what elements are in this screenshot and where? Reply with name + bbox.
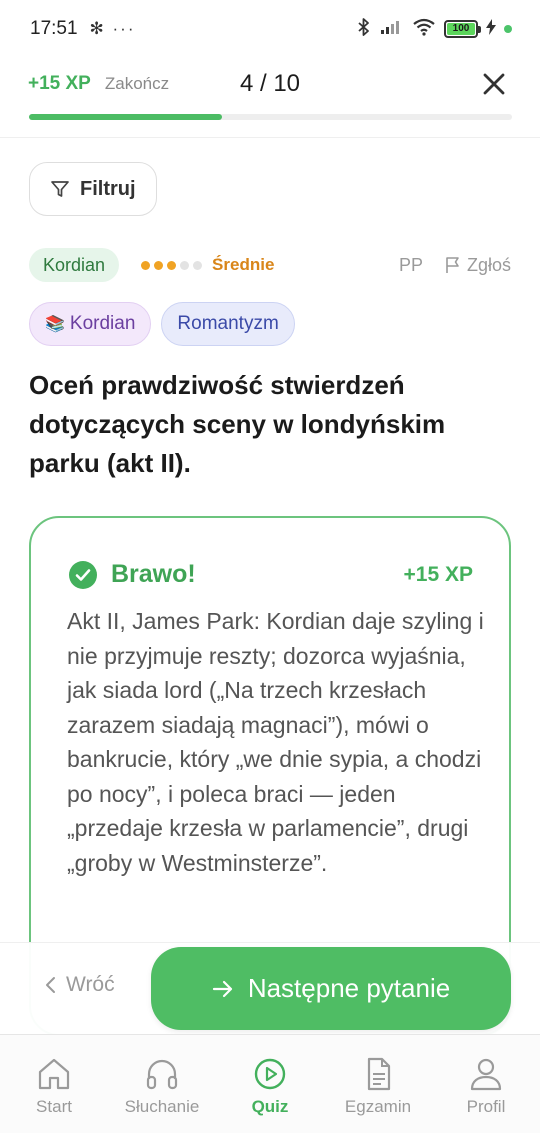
tag-label: Romantyzm xyxy=(177,313,279,334)
nav-label: Słuchanie xyxy=(124,1097,200,1116)
category-chip: Kordian xyxy=(29,248,120,282)
filter-label: Filtruj xyxy=(80,177,136,200)
user-icon xyxy=(470,1058,502,1091)
signal-icon xyxy=(380,19,404,40)
report-label: Zgłoś xyxy=(466,254,511,275)
check-circle-icon xyxy=(69,560,97,589)
xp-earned: +15 XP xyxy=(28,73,91,94)
difficulty-dot xyxy=(167,260,177,270)
wifi-icon xyxy=(412,18,436,41)
home-icon xyxy=(38,1058,70,1090)
books-icon: 📚 xyxy=(45,316,65,333)
back-label: Wróć xyxy=(66,973,115,996)
document-icon xyxy=(367,1057,391,1091)
back-button[interactable]: Wróć xyxy=(44,973,115,997)
feedback-header: Brawo! +15 XP xyxy=(69,560,473,589)
difficulty-indicator: Średnie xyxy=(141,255,274,275)
meta-right: PP Zgłoś xyxy=(399,255,511,276)
privacy-dot-icon xyxy=(504,25,512,33)
nav-label: Quiz xyxy=(251,1097,289,1116)
flag-icon xyxy=(446,257,459,273)
filter-button[interactable]: Filtruj xyxy=(29,162,157,216)
difficulty-dot xyxy=(141,260,151,270)
quiz-header: +15 XP Zakończ 4 / 10 xyxy=(0,62,540,106)
status-right: 100 xyxy=(356,17,512,41)
tag-label: Kordian xyxy=(69,313,136,334)
difficulty-dot xyxy=(193,260,203,270)
headphones-icon xyxy=(146,1059,178,1090)
nav-item-exam[interactable]: Egzamin xyxy=(324,1035,432,1133)
charging-icon xyxy=(486,18,496,40)
close-button[interactable] xyxy=(476,66,512,102)
feedback-xp: +15 XP xyxy=(403,562,473,586)
bottom-nav: Start Słuchanie Quiz Egzamin Profil xyxy=(0,1034,540,1133)
difficulty-dots xyxy=(141,260,203,270)
question-text: Oceń prawdziwość stwierdzeń dotyczących … xyxy=(29,370,446,478)
nav-item-quiz[interactable]: Quiz xyxy=(216,1035,324,1133)
bluetooth-icon xyxy=(356,17,372,41)
battery-icon: 100 xyxy=(444,20,481,38)
status-bar: 17:51 ✻ ··· 100 xyxy=(0,0,540,58)
feedback-explanation: Akt II, James Park: Kordian daje szyling… xyxy=(67,608,484,876)
nav-label: Egzamin xyxy=(344,1097,412,1116)
report-button[interactable]: Zgłoś xyxy=(445,255,511,276)
quiz-progress-fill xyxy=(29,114,223,120)
play-circle-icon xyxy=(254,1058,286,1090)
header-divider xyxy=(0,137,540,138)
notification-icons: ✻ ··· xyxy=(89,19,136,38)
level-code: PP xyxy=(398,254,423,275)
tag-row: 📚 Kordian Romantyzm xyxy=(29,302,295,346)
tag-work[interactable]: 📚 Kordian xyxy=(29,302,152,346)
difficulty-label: Średnie xyxy=(212,255,275,274)
battery-level: 100 xyxy=(447,23,475,35)
nav-label: Start xyxy=(36,1097,72,1116)
difficulty-dot xyxy=(180,260,190,270)
nav-item-start[interactable]: Start xyxy=(0,1035,108,1133)
tag-epoch[interactable]: Romantyzm xyxy=(161,302,295,346)
question-meta-row: Kordian Średnie PP Zgłoś xyxy=(29,248,511,282)
difficulty-dot xyxy=(154,260,164,270)
next-question-label: Następne pytanie xyxy=(247,973,451,1003)
close-icon xyxy=(483,73,505,95)
nav-item-profile[interactable]: Profil xyxy=(432,1035,540,1133)
feedback-title: Brawo! xyxy=(111,560,196,588)
action-bar: Wróć Następne pytanie xyxy=(0,942,540,1034)
chevron-left-icon xyxy=(46,977,55,993)
nav-label: Profil xyxy=(466,1097,506,1116)
nav-item-listening[interactable]: Słuchanie xyxy=(108,1035,216,1133)
quiz-progress-bar xyxy=(29,114,512,120)
filter-icon xyxy=(51,181,69,197)
arrow-right-icon xyxy=(212,980,232,997)
status-time: 17:51 xyxy=(30,18,78,39)
next-question-button[interactable]: Następne pytanie xyxy=(151,947,511,1030)
finish-button[interactable]: Zakończ xyxy=(105,74,169,94)
